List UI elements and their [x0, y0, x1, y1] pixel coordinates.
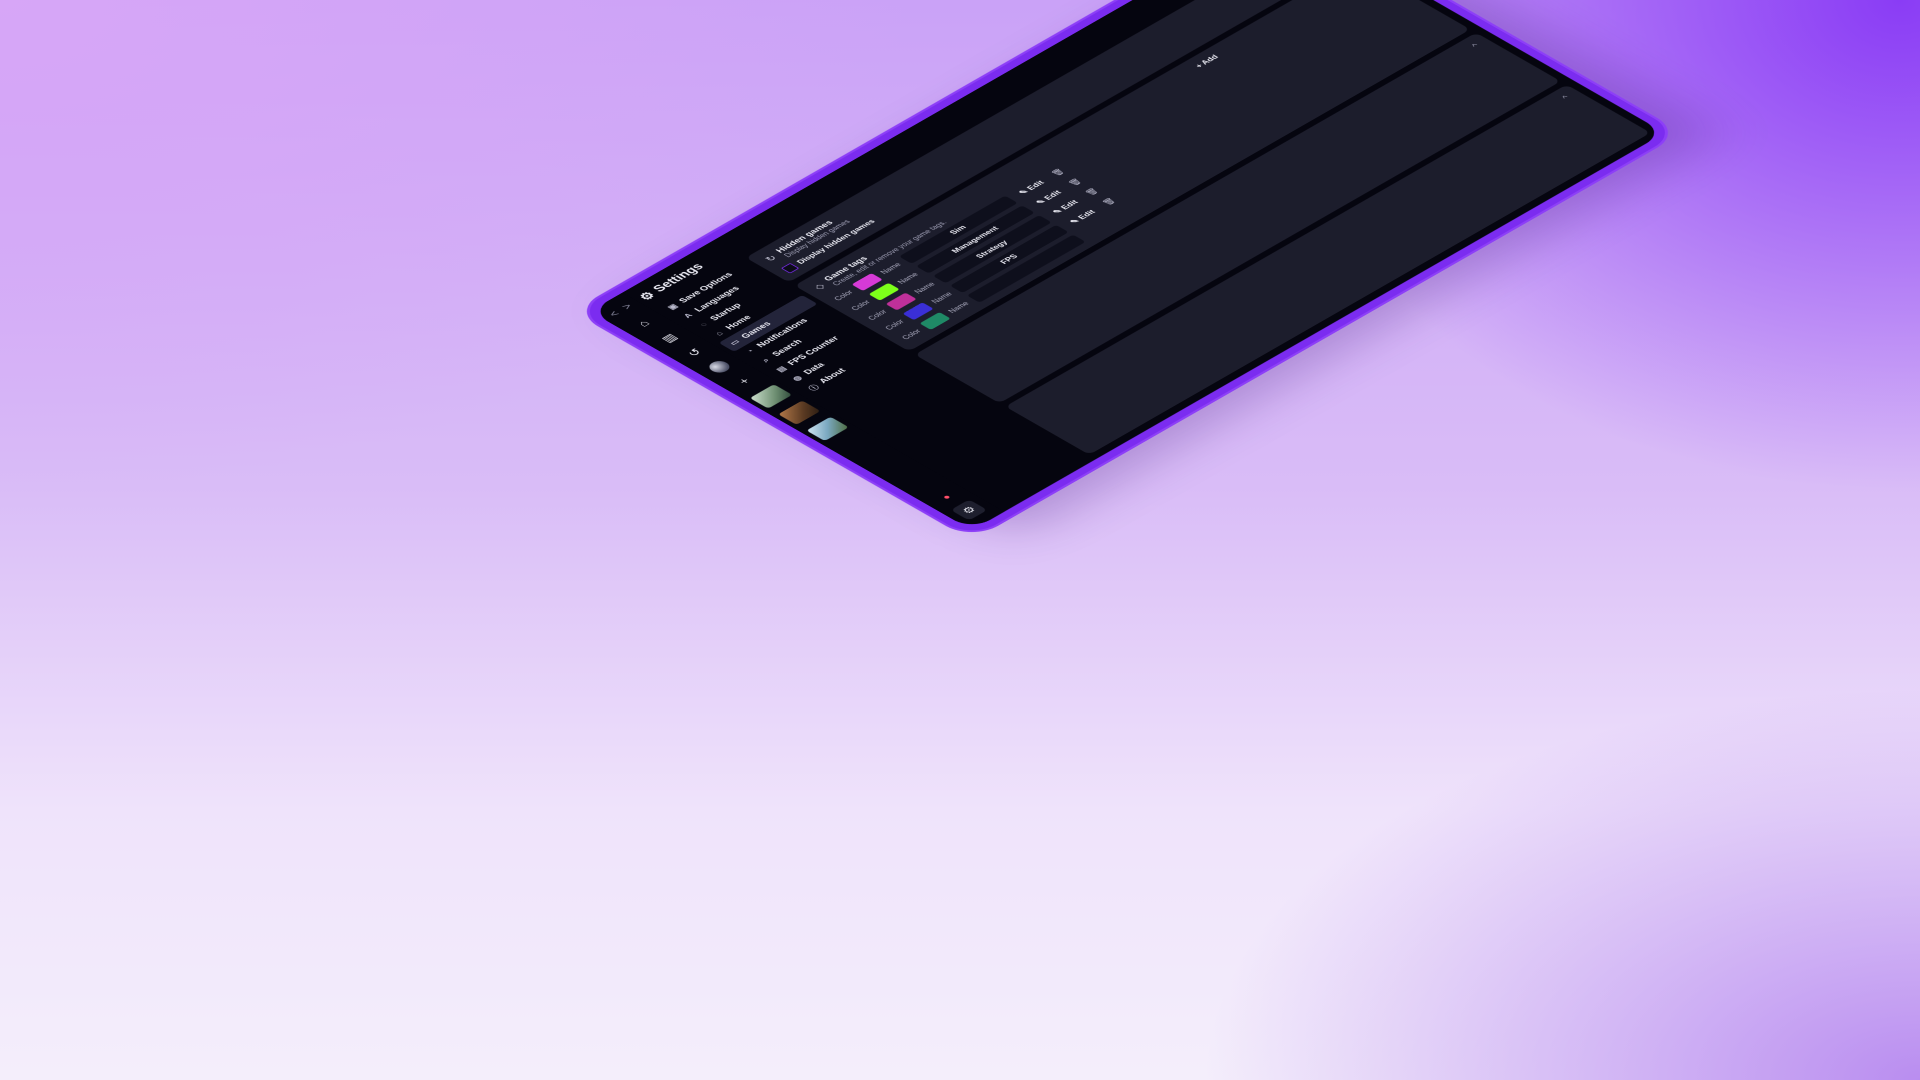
edit-label: Edit: [1042, 189, 1064, 202]
color-label: Color: [883, 318, 906, 332]
add-label: Add: [1199, 53, 1221, 67]
scene-background: < > ⌂ ▥ ↺ + ● ⚙ ⚙ Settings ▣ Save Option…: [0, 0, 1920, 1080]
color-label: Color: [866, 308, 889, 322]
game-thumbnail-2[interactable]: [778, 400, 821, 425]
gamepad-icon: ▭: [727, 338, 743, 347]
gear-icon: ⚙: [958, 503, 979, 516]
home-icon[interactable]: ⌂: [628, 314, 659, 332]
nav-arrows: < >: [605, 301, 635, 318]
notification-alert-icon[interactable]: ●: [939, 493, 954, 502]
search-icon: ⌕: [760, 356, 772, 364]
device-frame: < > ⌂ ▥ ↺ + ● ⚙ ⚙ Settings ▣ Save Option…: [575, 0, 1679, 539]
game-thumbnail-1[interactable]: [749, 384, 793, 409]
color-label: Color: [900, 328, 923, 341]
history-icon[interactable]: ↺: [679, 344, 710, 362]
settings-button[interactable]: ⚙: [950, 499, 988, 521]
save-icon: ▣: [665, 302, 680, 311]
app-window: < > ⌂ ▥ ↺ + ● ⚙ ⚙ Settings ▣ Save Option…: [590, 0, 1665, 531]
eye-refresh-icon: ↻: [762, 253, 780, 264]
add-tag-button[interactable]: + Add: [1193, 54, 1220, 70]
name-label: Name: [895, 271, 920, 286]
chevron-up-icon[interactable]: ^: [1470, 42, 1482, 49]
chart-icon: ▤: [774, 365, 789, 374]
edit-label: Edit: [1025, 179, 1047, 192]
add-icon[interactable]: +: [729, 372, 760, 390]
name-label: Name: [946, 300, 971, 315]
color-label: Color: [832, 289, 855, 302]
delete-tag-icon[interactable]: 🗑: [1067, 177, 1084, 187]
library-icon[interactable]: ▥: [654, 329, 685, 347]
power-icon: ◌: [697, 321, 710, 329]
delete-tag-icon[interactable]: 🗑: [1050, 168, 1067, 178]
bell-icon: ◔: [744, 347, 757, 355]
database-icon: ◍: [790, 374, 805, 383]
name-label: Name: [878, 261, 903, 276]
display-hidden-games-checkbox[interactable]: [780, 262, 800, 274]
chevron-up-icon[interactable]: ^: [1560, 94, 1572, 101]
info-icon: ⓘ: [806, 383, 822, 393]
tag-icon: ◇: [811, 281, 828, 292]
color-label: Color: [849, 298, 872, 312]
edit-label: Edit: [1076, 208, 1098, 221]
back-arrow-icon[interactable]: <: [605, 309, 622, 319]
name-label: Name: [912, 281, 937, 295]
forward-arrow-icon[interactable]: >: [618, 301, 635, 311]
delete-tag-icon[interactable]: 🗑: [1101, 197, 1118, 207]
game-thumbnail-3[interactable]: [806, 416, 849, 442]
delete-tag-icon[interactable]: 🗑: [1084, 187, 1101, 197]
home-icon: ⌂: [713, 330, 726, 338]
name-label: Name: [929, 290, 954, 305]
translate-icon: A: [681, 312, 695, 320]
avatar[interactable]: [705, 358, 734, 375]
edit-label: Edit: [1059, 198, 1081, 211]
